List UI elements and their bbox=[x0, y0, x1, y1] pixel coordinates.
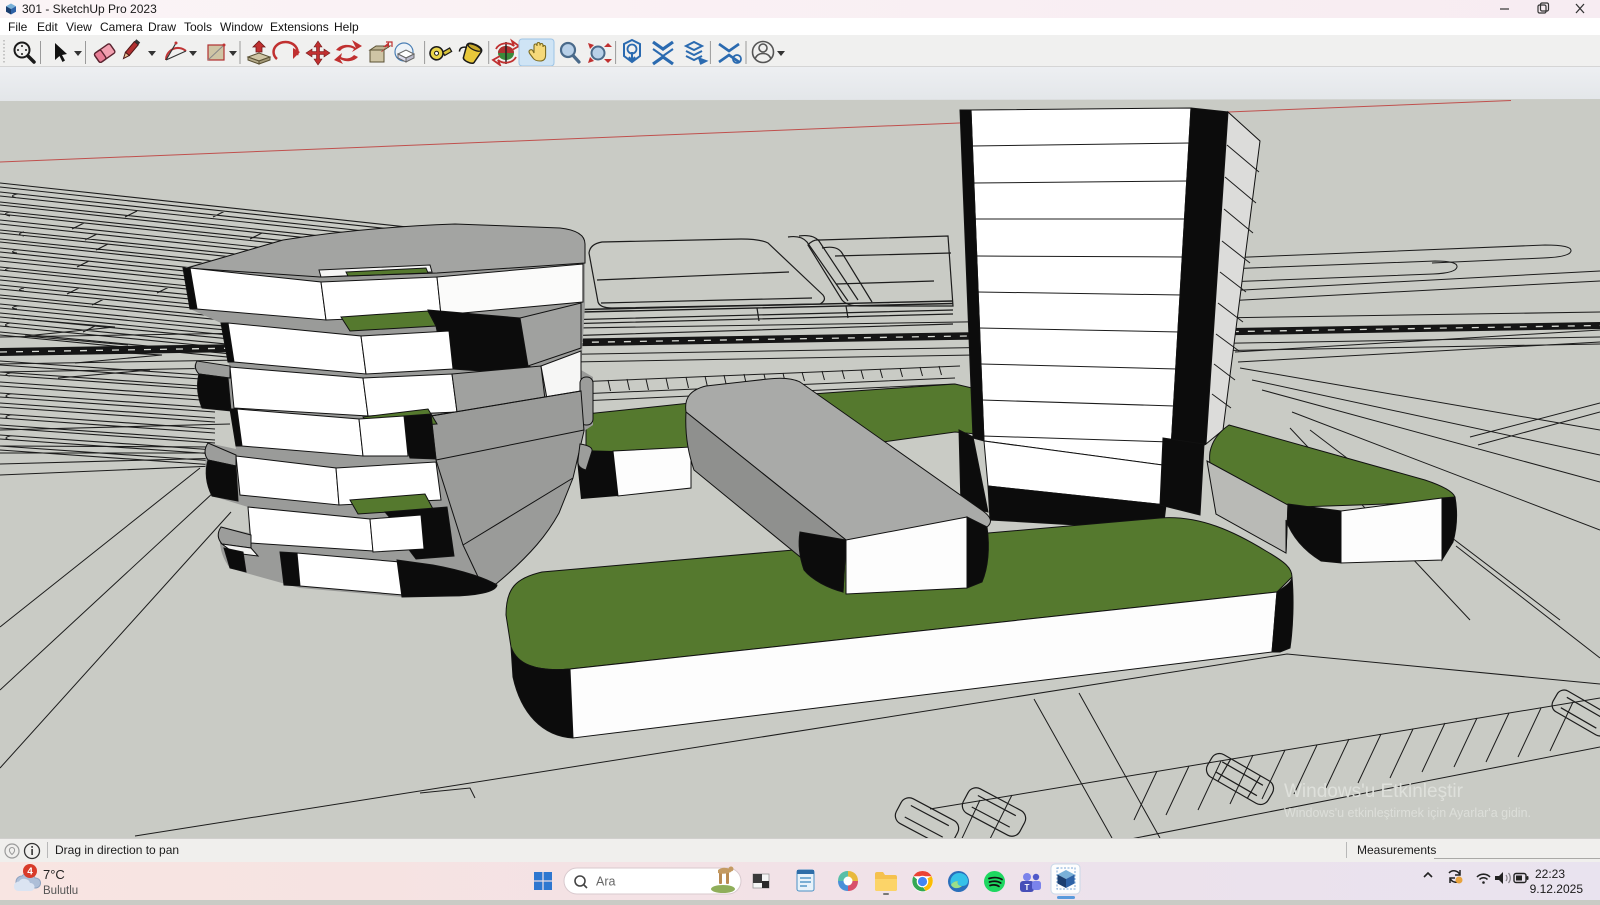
svg-text:4: 4 bbox=[27, 867, 33, 878]
svg-text:Ara: Ara bbox=[596, 875, 616, 889]
svg-text:7°C: 7°C bbox=[43, 867, 65, 882]
svg-text:Windows'u Etkinleştir: Windows'u Etkinleştir bbox=[1284, 781, 1464, 802]
svg-text:9.12.2025: 9.12.2025 bbox=[1530, 882, 1584, 896]
svg-text:Windows'u etkinleştirmek için: Windows'u etkinleştirmek için Ayarlar'a … bbox=[1284, 806, 1531, 820]
svg-text:T: T bbox=[1025, 883, 1030, 892]
svg-text:22:23: 22:23 bbox=[1535, 867, 1565, 881]
svg-text:Bulutlu: Bulutlu bbox=[43, 885, 78, 897]
